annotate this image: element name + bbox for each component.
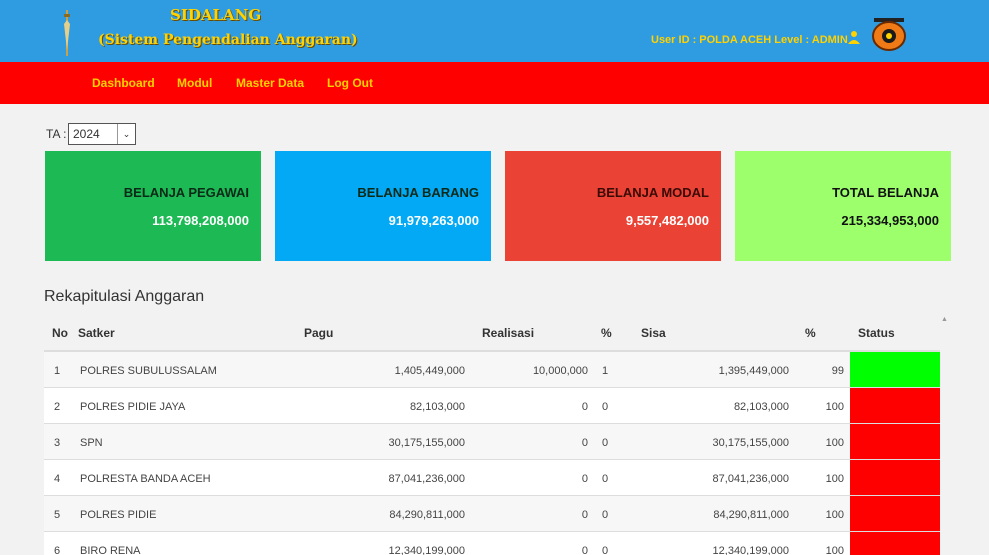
cell-pct-sisa: 100: [825, 509, 844, 521]
cell-no: 4: [54, 473, 61, 485]
col-satker[interactable]: Satker: [78, 326, 115, 340]
user-icon[interactable]: [848, 30, 860, 44]
cell-realisasi: 0: [581, 401, 588, 413]
cell-pagu: 1,405,449,000: [394, 365, 465, 377]
top-bar: SIDALANG (Sistem Pengendalian Anggaran) …: [0, 0, 989, 62]
card-belanja-pegawai: BELANJA PEGAWAI 113,798,208,000: [45, 151, 261, 261]
col-pct-sisa[interactable]: %: [805, 326, 816, 340]
card-amount: 215,334,953,000: [841, 213, 939, 228]
cell-no: 6: [54, 545, 61, 555]
cell-realisasi: 0: [581, 437, 588, 449]
cell-pct-sisa: 100: [825, 473, 844, 485]
cell-sisa: 84,290,811,000: [713, 509, 789, 521]
status-indicator: [850, 496, 940, 531]
card-title: BELANJA BARANG: [357, 185, 479, 200]
card-amount: 91,979,263,000: [388, 213, 479, 228]
cell-pct-realisasi: 0: [602, 545, 609, 555]
col-no[interactable]: No: [52, 326, 68, 340]
cell-pct-sisa: 100: [825, 545, 844, 555]
col-pct-realisasi[interactable]: %: [601, 326, 612, 340]
status-indicator: [850, 532, 940, 555]
cell-no: 5: [54, 509, 61, 521]
user-info: User ID : POLDA ACEH Level : ADMIN: [651, 34, 848, 46]
cell-satker: POLRESTA BANDA ACEH: [80, 473, 211, 485]
cell-realisasi: 10,000,000: [532, 365, 588, 377]
chevron-down-icon[interactable]: ⌄: [117, 124, 135, 144]
status-indicator: [850, 460, 940, 495]
year-select-value: 2024: [73, 127, 100, 141]
card-belanja-modal: BELANJA MODAL 9,557,482,000: [505, 151, 721, 261]
cell-satker: SPN: [80, 437, 103, 449]
cell-pagu: 87,041,236,000: [388, 473, 465, 485]
cell-sisa: 30,175,155,000: [712, 437, 789, 449]
nav-master-data[interactable]: Master Data: [236, 76, 304, 90]
cell-pct-realisasi: 1: [602, 365, 609, 377]
status-indicator: [850, 388, 940, 423]
nav-modul[interactable]: Modul: [177, 76, 212, 90]
nav-logout[interactable]: Log Out: [327, 76, 373, 90]
card-amount: 113,798,208,000: [152, 213, 249, 228]
cell-sisa: 82,103,000: [733, 401, 789, 413]
police-badge-logo-icon: [872, 18, 906, 51]
sword-logo-icon: [64, 10, 70, 56]
year-select[interactable]: 2024 ⌄: [68, 123, 136, 145]
card-belanja-barang: BELANJA BARANG 91,979,263,000: [275, 151, 491, 261]
cell-no: 3: [54, 437, 61, 449]
cell-pct-sisa: 99: [831, 365, 844, 377]
col-status[interactable]: Status: [858, 326, 895, 340]
cell-satker: POLRES SUBULUSSALAM: [80, 365, 217, 377]
cell-realisasi: 0: [581, 473, 588, 485]
cell-pagu: 82,103,000: [409, 401, 465, 413]
status-indicator: [850, 424, 940, 459]
cell-pct-realisasi: 0: [602, 401, 609, 413]
card-title: BELANJA MODAL: [596, 185, 709, 200]
card-title: TOTAL BELANJA: [832, 185, 939, 200]
cell-pagu: 12,340,199,000: [388, 545, 465, 555]
cell-realisasi: 0: [581, 509, 588, 521]
cell-sisa: 87,041,236,000: [712, 473, 789, 485]
cell-satker: POLRES PIDIE: [80, 509, 157, 521]
table-row: 4 POLRESTA BANDA ACEH 87,041,236,000 0 0 87,0…: [44, 460, 940, 496]
year-filter-label: TA :: [46, 127, 67, 141]
cell-realisasi: 0: [581, 545, 588, 555]
cell-no: 1: [54, 365, 61, 377]
col-sisa[interactable]: Sisa: [641, 326, 666, 340]
cell-pct-realisasi: 0: [602, 437, 609, 449]
section-title: Rekapitulasi Anggaran: [44, 288, 205, 305]
col-realisasi[interactable]: Realisasi: [482, 326, 534, 340]
cell-satker: POLRES PIDIE JAYA: [80, 401, 186, 413]
main-nav: Dashboard Modul Master Data Log Out: [0, 62, 989, 104]
table-header: No Satker Pagu Realisasi % Sisa % Status: [44, 316, 940, 352]
col-pagu[interactable]: Pagu: [304, 326, 333, 340]
scroll-up-icon[interactable]: ▲: [941, 316, 949, 324]
card-title: BELANJA PEGAWAI: [123, 185, 249, 200]
table-row: 6 BIRO RENA 12,340,199,000 0 0 12,340,199,000…: [44, 532, 940, 555]
app-title: SIDALANG: [170, 6, 262, 24]
app-subtitle: (Sistem Pengendalian Anggaran): [98, 32, 358, 48]
cell-satker: BIRO RENA: [80, 545, 141, 555]
table-row: 5 POLRES PIDIE 84,290,811,000 0 0 84,290,811,…: [44, 496, 940, 532]
cell-pagu: 30,175,155,000: [388, 437, 465, 449]
cell-pct-realisasi: 0: [602, 509, 609, 521]
cell-pct-sisa: 100: [825, 401, 844, 413]
card-total-belanja: TOTAL BELANJA 215,334,953,000: [735, 151, 951, 261]
cell-pct-sisa: 100: [825, 437, 844, 449]
table-row: 3 SPN 30,175,155,000 0 0 30,175,155,000 100: [44, 424, 940, 460]
cell-sisa: 1,395,449,000: [718, 365, 789, 377]
table-row: 1 POLRES SUBULUSSALAM 1,405,449,000 10,000,…: [44, 352, 940, 388]
status-indicator: [850, 352, 940, 387]
cell-pct-realisasi: 0: [602, 473, 609, 485]
cell-pagu: 84,290,811,000: [389, 509, 465, 521]
cell-no: 2: [54, 401, 61, 413]
cell-sisa: 12,340,199,000: [712, 545, 789, 555]
card-amount: 9,557,482,000: [625, 213, 709, 228]
table-row: 2 POLRES PIDIE JAYA 82,103,000 0 0 82,103,000…: [44, 388, 940, 424]
nav-dashboard[interactable]: Dashboard: [92, 76, 155, 90]
